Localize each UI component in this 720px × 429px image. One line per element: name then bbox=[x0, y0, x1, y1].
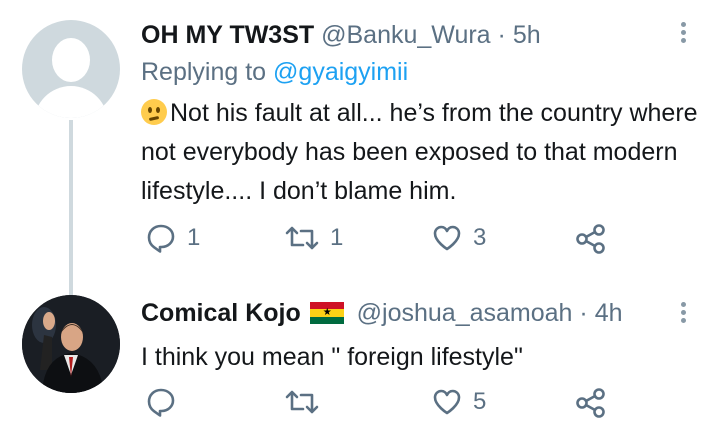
retweet-button[interactable] bbox=[284, 386, 330, 418]
separator-dot: · bbox=[497, 21, 506, 49]
reply-button[interactable] bbox=[145, 386, 187, 418]
timestamp[interactable]: 5h bbox=[513, 21, 541, 49]
replying-to-label: Replying to bbox=[141, 58, 267, 86]
like-count: 3 bbox=[473, 224, 487, 251]
share-button[interactable] bbox=[575, 386, 607, 418]
display-name[interactable]: OH MY TW3ST bbox=[141, 21, 314, 49]
reply-icon bbox=[147, 388, 175, 417]
like-icon bbox=[433, 225, 461, 251]
share-button[interactable] bbox=[575, 222, 607, 254]
default-avatar-body-icon bbox=[34, 86, 108, 118]
mention-link[interactable]: @gyaigyimii bbox=[273, 58, 408, 86]
tweet-header: Comical Kojo ★ @joshua_asamoah · 4h bbox=[141, 298, 623, 328]
more-icon[interactable] bbox=[676, 302, 690, 326]
thread-connector-line bbox=[69, 120, 73, 300]
retweet-icon bbox=[285, 390, 319, 414]
tweet-text: I think you mean " foreign lifestyle" bbox=[141, 343, 523, 371]
retweet-button[interactable]: 1 bbox=[284, 222, 343, 254]
reply-button[interactable]: 1 bbox=[145, 222, 200, 254]
user-handle[interactable]: @Banku_Wura bbox=[321, 21, 490, 49]
tweet[interactable]: Comical Kojo ★ @joshua_asamoah · 4h I th… bbox=[0, 290, 720, 429]
timestamp[interactable]: 4h bbox=[595, 299, 623, 327]
ghana-flag-icon: ★ bbox=[309, 302, 344, 324]
like-button[interactable]: 3 bbox=[431, 222, 486, 254]
tweet-text-content: Not his fault at all... he’s from the co… bbox=[141, 99, 698, 205]
avatar[interactable] bbox=[22, 295, 120, 393]
avatar[interactable] bbox=[22, 20, 120, 118]
tweet-actions: 1 1 3 bbox=[0, 218, 720, 258]
share-icon bbox=[576, 224, 605, 254]
user-handle[interactable]: @joshua_asamoah bbox=[357, 299, 573, 327]
like-count: 5 bbox=[473, 388, 487, 415]
tweet-header: OH MY TW3ST @Banku_Wura · 5h bbox=[141, 20, 541, 50]
retweet-icon bbox=[285, 226, 319, 250]
profile-photo-icon bbox=[22, 295, 120, 393]
like-button[interactable]: 5 bbox=[431, 386, 486, 418]
slightly-frowning-face-emoji-icon bbox=[141, 99, 167, 125]
reply-icon bbox=[147, 224, 175, 253]
tweet-text: Not his fault at all... he’s from the co… bbox=[141, 94, 701, 211]
separator-dot: · bbox=[579, 299, 588, 327]
like-icon bbox=[433, 389, 461, 415]
more-icon[interactable] bbox=[676, 22, 690, 46]
reply-count: 1 bbox=[187, 224, 201, 251]
display-name[interactable]: Comical Kojo bbox=[141, 299, 301, 327]
tweet-actions: 5 bbox=[0, 382, 720, 422]
tweet[interactable]: OH MY TW3ST @Banku_Wura · 5h Replying to… bbox=[0, 0, 720, 300]
default-avatar-head-icon bbox=[52, 38, 90, 82]
retweet-count: 1 bbox=[330, 224, 344, 251]
replying-to: Replying to @gyaigyimii bbox=[141, 57, 408, 87]
share-icon bbox=[576, 388, 605, 418]
